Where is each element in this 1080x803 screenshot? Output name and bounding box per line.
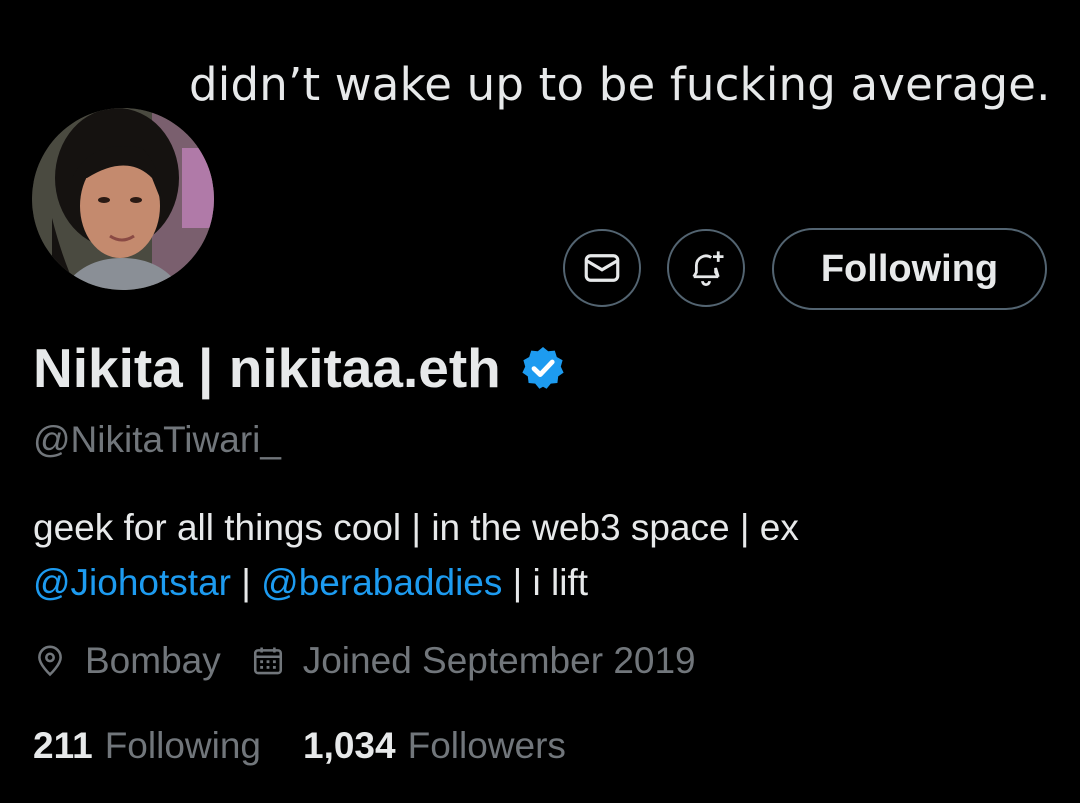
joined-item: Joined September 2019 [251, 640, 696, 682]
bio-line-2: @Jiohotstar | @berabaddies | i lift [33, 555, 1053, 610]
notifications-button[interactable] [667, 229, 745, 307]
joined-date-text: Joined September 2019 [302, 640, 696, 681]
following-label: Following [104, 725, 261, 766]
location-pin-icon [38, 645, 62, 677]
following-button[interactable]: Following [772, 228, 1047, 310]
verified-badge-icon[interactable] [519, 344, 567, 392]
profile-actions: Following [0, 228, 1080, 310]
profile-bio: geek for all things cool | in the web3 s… [33, 500, 1053, 610]
username-handle: @NikitaTiwari_ [33, 419, 281, 460]
bio-separator: | [230, 562, 262, 603]
caption-text: didn’t wake up to be fucking average. [189, 58, 1051, 111]
display-name: Nikita | nikitaa.eth [33, 337, 501, 399]
location-text: Bombay [85, 640, 221, 681]
envelope-icon [584, 254, 620, 282]
location-item: Bombay [33, 640, 221, 682]
name-row: Nikita | nikitaa.eth [33, 336, 567, 400]
message-button[interactable] [563, 229, 641, 307]
bio-tail: | i lift [502, 562, 589, 603]
bio-line-1: geek for all things cool | in the web3 s… [33, 507, 799, 548]
follow-stats: 211 Following 1,034 Followers [33, 725, 566, 767]
followers-label: Followers [407, 725, 566, 766]
mention-link-berabaddies[interactable]: @berabaddies [261, 562, 502, 603]
profile-meta: Bombay Joined September 2019 [33, 640, 696, 682]
mention-link-jiohotstar[interactable]: @Jiohotstar [33, 562, 231, 603]
following-count: 211 [33, 725, 93, 766]
bell-plus-icon [692, 251, 724, 286]
followers-count: 1,034 [303, 725, 396, 766]
followers-stat-link[interactable]: 1,034 Followers [303, 725, 566, 767]
calendar-icon [253, 647, 282, 675]
following-stat-link[interactable]: 211 Following [33, 725, 261, 767]
